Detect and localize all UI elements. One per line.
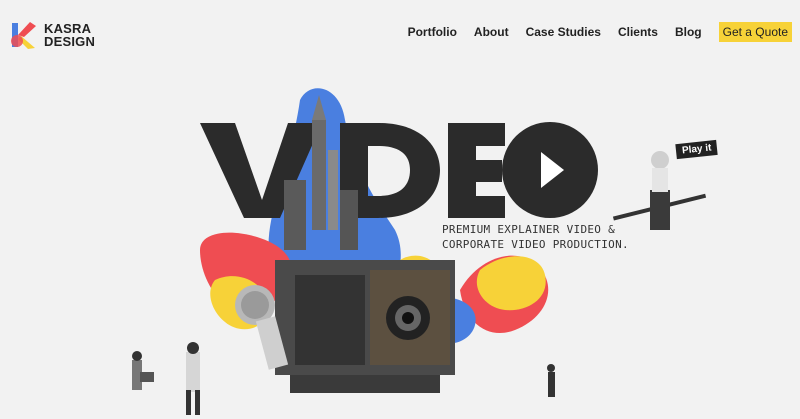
tagline-line-1: PREMIUM EXPLAINER VIDEO & [442, 223, 616, 236]
hero-illustration [132, 88, 707, 415]
headline-graphic [200, 122, 598, 218]
astronaut-figure [612, 151, 707, 230]
tagline-line-2: CORPORATE VIDEO PRODUCTION. [442, 238, 629, 251]
home-page: KASRA DESIGN Portfolio About Case Studie… [0, 0, 800, 419]
hero-tagline: PREMIUM EXPLAINER VIDEO & CORPORATE VIDE… [442, 222, 629, 252]
vintage-camera [275, 260, 455, 393]
letter-e [448, 123, 505, 218]
